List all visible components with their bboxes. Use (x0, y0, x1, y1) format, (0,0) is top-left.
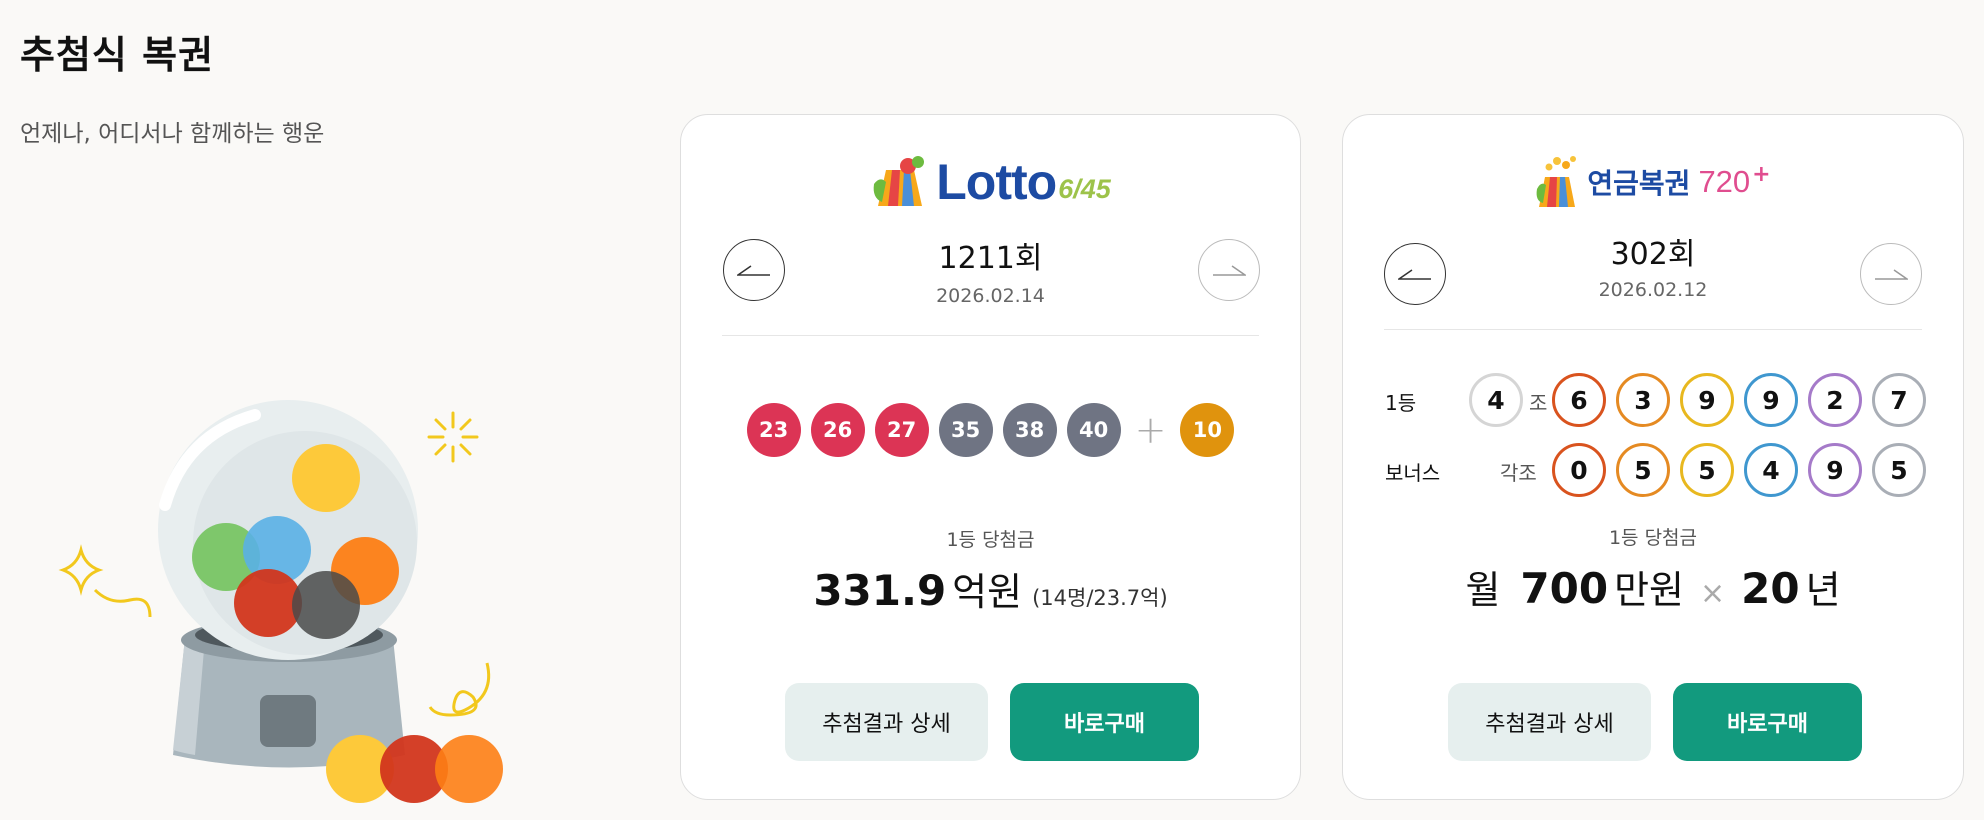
lotto-ball: 35 (938, 403, 993, 457)
arrow-right-icon (1213, 265, 1246, 276)
lotto-bonus-ball: 10 (1180, 403, 1235, 457)
pension-buy-button[interactable]: 바로구매 (1673, 683, 1862, 761)
pension-prize-years: 20 (1741, 564, 1800, 613)
lotto-ball: 26 (810, 403, 865, 457)
lotto-logo-sub: 6/45 (1058, 173, 1111, 204)
pension-group-ball: 4 (1469, 373, 1523, 427)
pension-prize-prefix: 월 (1465, 568, 1501, 612)
pension-bag-icon (1536, 156, 1577, 207)
lotto-ball: 40 (1066, 403, 1121, 457)
pension-card: 연금복권 720 + 302회 2026.02.12 1등 4 조 6 3 9 … (1342, 114, 1964, 800)
pension-logo-text: 연금복권 (1587, 168, 1691, 199)
pension-logo: 연금복권 720 + (1343, 155, 1963, 209)
lotto-detail-button[interactable]: 추첨결과 상세 (785, 683, 988, 761)
lotto-buy-button[interactable]: 바로구매 (1010, 683, 1199, 761)
pension-prize: 월 700 만원 × 20 년 (1343, 559, 1963, 614)
gumball-machine-illustration (58, 400, 503, 803)
pension-bonus-ball: 4 (1744, 443, 1798, 497)
pension-next-button[interactable] (1860, 243, 1922, 305)
pension-digit-ball: 6 (1552, 373, 1606, 427)
pension-bonus-label: 보너스 (1385, 461, 1441, 485)
lotto-logo: Lotto 6/45 (681, 153, 1300, 211)
pension-bonus-ball: 9 (1808, 443, 1862, 497)
pension-group-suffix: 조 (1529, 391, 1548, 415)
pension-digit-ball: 3 (1616, 373, 1670, 427)
pension-bonus-ball: 5 (1872, 443, 1926, 497)
lotto-ball: 27 (874, 403, 929, 457)
pension-prize-years-unit: 년 (1805, 568, 1841, 612)
pension-divider (1384, 329, 1922, 330)
lotto-ball: 38 (1002, 403, 1057, 457)
times-icon: × (1700, 576, 1726, 611)
pension-digit-ball: 2 (1808, 373, 1862, 427)
lotto-next-button[interactable] (1198, 239, 1260, 301)
lotto-ball: 23 (746, 403, 801, 457)
pension-bonus-row: 보너스 각조 0 5 5 4 9 5 (1343, 443, 1963, 499)
lotto-logo-text: Lotto (936, 154, 1057, 210)
lotto-prize: 331.9 억원 (14명/23.7억) (681, 561, 1300, 616)
lotto-card: Lotto 6/45 1211회 2026.02.14 23 26 27 35 … (680, 114, 1301, 800)
lotto-winning-numbers: 23 26 27 35 38 40 + 10 (681, 403, 1300, 457)
pension-prize-unit: 만원 (1614, 568, 1684, 612)
sparkle-icon (427, 411, 479, 463)
pension-digit-ball: 7 (1872, 373, 1926, 427)
lotto-prize-amount: 331.9 (813, 566, 947, 615)
lotto-divider (722, 335, 1259, 336)
pension-prize-label: 1등 당첨금 (1608, 527, 1698, 549)
page-title: 추첨식 복권 (20, 33, 215, 77)
plus-icon: + (1134, 408, 1167, 452)
pension-first-row: 1등 4 조 6 3 9 9 2 7 (1343, 373, 1963, 429)
squiggle-right (428, 662, 491, 717)
pension-detail-button[interactable]: 추첨결과 상세 (1448, 683, 1651, 761)
pension-digit-ball: 9 (1744, 373, 1798, 427)
pension-logo-plus: + (1752, 161, 1771, 187)
pension-first-label: 1등 (1385, 391, 1417, 415)
lotto-prize-label: 1등 당첨금 (946, 529, 1035, 551)
arrow-right-icon (1875, 269, 1908, 280)
squiggle-left (93, 588, 152, 618)
lotto-bag-icon (873, 156, 925, 206)
pension-bonus-ball: 0 (1552, 443, 1606, 497)
pension-bonus-group-suffix: 각조 (1500, 461, 1537, 485)
lotto-prize-unit: 억원 (952, 570, 1023, 614)
lotto-prize-note: (14명/23.7억) (1032, 586, 1168, 610)
star-icon (58, 544, 104, 596)
page-subtitle: 언제나, 어디서나 함께하는 행운 (20, 121, 325, 147)
pension-bonus-ball: 5 (1680, 443, 1734, 497)
pension-logo-sub: 720 (1698, 164, 1751, 199)
pension-prize-amount: 700 (1520, 564, 1609, 613)
pension-bonus-ball: 5 (1616, 443, 1670, 497)
pension-digit-ball: 9 (1680, 373, 1734, 427)
